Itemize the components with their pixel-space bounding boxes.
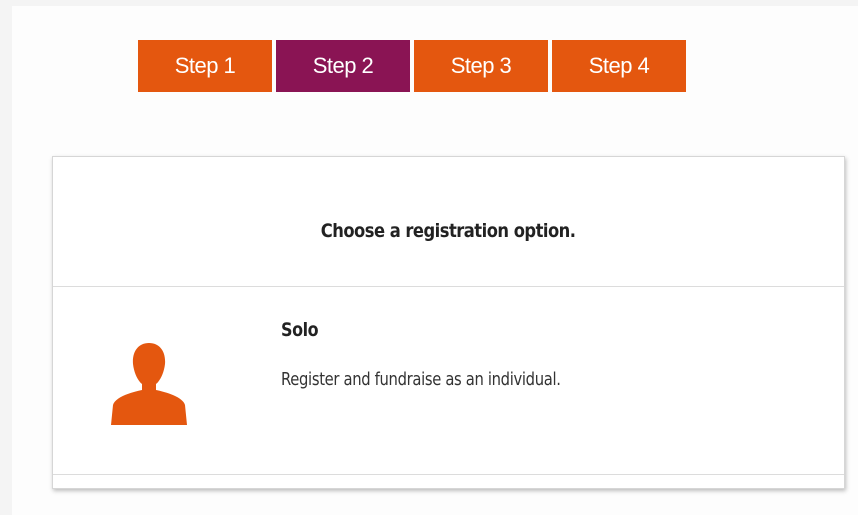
step-1-button[interactable]: Step 1 — [138, 40, 272, 92]
step-4-button[interactable]: Step 4 — [552, 40, 686, 92]
step-nav: Step 1 Step 2 Step 3 Step 4 — [138, 40, 686, 92]
option-title: Solo — [281, 319, 319, 341]
card-header: Choose a registration option. — [53, 157, 844, 287]
option-description: Register and fundraise as an individual. — [281, 369, 561, 390]
page: Step 1 Step 2 Step 3 Step 4 Choose a reg… — [12, 6, 858, 515]
option-solo[interactable]: Solo Register and fundraise as an indivi… — [53, 287, 844, 475]
step-3-button[interactable]: Step 3 — [414, 40, 548, 92]
step-2-button[interactable]: Step 2 — [276, 40, 410, 92]
registration-options-card: Choose a registration option. Solo Regis… — [52, 156, 845, 489]
card-title: Choose a registration option. — [321, 219, 576, 242]
person-icon — [111, 343, 187, 425]
